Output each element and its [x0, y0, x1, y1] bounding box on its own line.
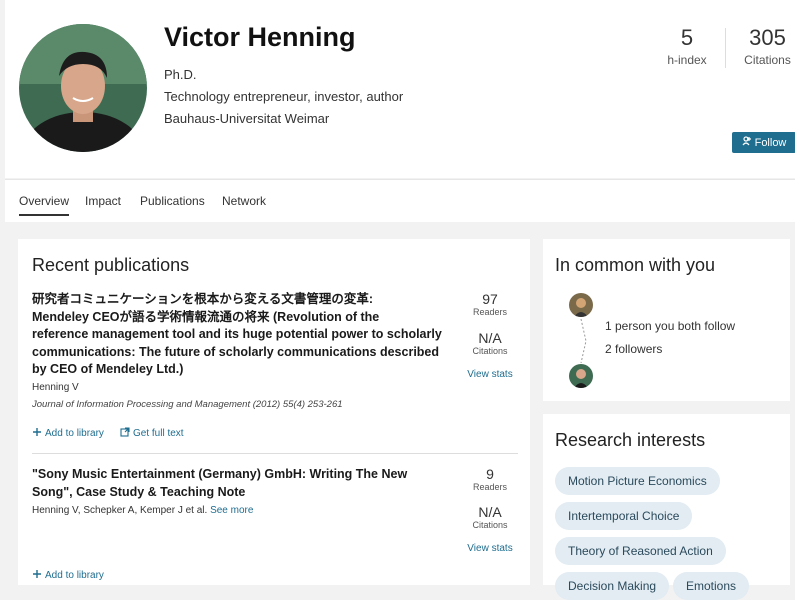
add-to-library-button[interactable]: Add to library	[32, 427, 104, 440]
citations-label: Citations	[472, 520, 508, 530]
readers-label: Readers	[472, 482, 508, 492]
interest-chip[interactable]: Decision Making	[555, 572, 670, 600]
publication-title[interactable]: 研究者コミュニケーションを根本から変える文書管理の変革: Mendeley CE…	[32, 291, 442, 379]
add-to-library-label: Add to library	[45, 570, 104, 581]
tab-network[interactable]: Network	[222, 194, 266, 208]
title-line: 研究者コミュニケーションを根本から変える文書管理の変革:	[32, 292, 374, 306]
tab-impact[interactable]: Impact	[85, 194, 121, 208]
plus-icon	[32, 427, 42, 440]
get-full-text-label: Get full text	[133, 428, 184, 439]
publication-authors: Henning V	[32, 382, 79, 393]
citations-stat: 305 Citations	[740, 25, 795, 67]
in-common-card: In common with you 1 person you both fol…	[543, 239, 790, 401]
view-stats-link[interactable]: View stats	[458, 543, 522, 554]
add-to-library-label: Add to library	[45, 428, 104, 439]
profile-header: Victor Henning Ph.D. Technology entrepre…	[5, 0, 795, 178]
common-follow-link[interactable]: 1 person you both follow	[605, 319, 735, 333]
publication-title[interactable]: "Sony Music Entertainment (Germany) GmbH…	[32, 466, 407, 501]
get-full-text-button[interactable]: Get full text	[120, 427, 184, 440]
title-line: "Sony Music Entertainment (Germany) GmbH…	[32, 467, 408, 481]
external-link-icon	[120, 427, 130, 440]
citations-stat: N/A Citations	[458, 330, 522, 356]
title-line: Song", Case Study & Teaching Note	[32, 484, 246, 499]
readers-stat: 97 Readers	[458, 291, 522, 317]
view-stats-link[interactable]: View stats	[458, 369, 522, 380]
interest-chip[interactable]: Intertemporal Choice	[555, 502, 693, 530]
readers-label: Readers	[472, 307, 508, 317]
interest-chip[interactable]: Motion Picture Economics	[555, 467, 720, 495]
citations-count: N/A	[478, 504, 502, 520]
profile-degree: Ph.D.	[164, 67, 197, 82]
h-index-label: h-index	[667, 53, 707, 67]
title-line: communications: The future of scholarly …	[32, 344, 440, 359]
authors-text: Henning V, Schepker A, Kemper J et al.	[32, 505, 208, 516]
recent-publications-title: Recent publications	[32, 255, 190, 275]
title-line: reference management tool and its huge p…	[32, 327, 442, 341]
tab-publications[interactable]: Publications	[140, 194, 205, 208]
publication-authors: Henning V, Schepker A, Kemper J et al. S…	[32, 505, 253, 516]
follower-avatar[interactable]	[569, 364, 593, 388]
profile-tabs: Overview Impact Publications Network	[5, 179, 795, 222]
follow-button[interactable]: Follow	[732, 132, 795, 153]
profile-avatar	[19, 24, 147, 152]
readers-stat: 9 Readers	[458, 466, 522, 492]
follow-icon	[742, 136, 752, 149]
citations-value: 305	[749, 25, 786, 50]
citations-stat: N/A Citations	[458, 504, 522, 530]
plus-icon	[32, 569, 42, 582]
h-index-value: 5	[680, 25, 694, 50]
recent-publications-card: Recent publications 研究者コミュニケーションを根本から変える…	[18, 239, 530, 585]
readers-count: 9	[486, 466, 494, 482]
citations-count: N/A	[478, 330, 502, 346]
publication-journal: Journal of Information Processing and Ma…	[32, 399, 343, 410]
stat-divider	[725, 28, 726, 68]
in-common-title: In common with you	[555, 255, 716, 275]
readers-count: 97	[482, 291, 498, 307]
interest-chip[interactable]: Emotions	[673, 572, 750, 600]
citations-label: Citations	[472, 346, 508, 356]
publication-divider	[32, 453, 518, 454]
research-interests-card: Research interests Motion Picture Econom…	[543, 414, 790, 600]
see-more-link[interactable]: See more	[210, 505, 253, 516]
h-index-stat: 5 h-index	[662, 25, 712, 67]
common-person-avatar[interactable]	[569, 293, 593, 317]
tab-overview[interactable]: Overview	[19, 194, 70, 216]
followers-link[interactable]: 2 followers	[605, 342, 662, 356]
profile-tagline: Technology entrepreneur, investor, autho…	[164, 89, 404, 104]
follow-label: Follow	[754, 136, 787, 149]
title-line: by CEO of Mendeley Ltd.)	[32, 362, 184, 376]
add-to-library-button[interactable]: Add to library	[32, 569, 104, 582]
research-interests-title: Research interests	[555, 430, 706, 450]
profile-institution: Bauhaus-Universitat Weimar	[164, 111, 330, 126]
connection-line	[580, 319, 587, 363]
title-line: Mendeley CEOが語る学術情報流通の将来 (Revolution of …	[32, 309, 380, 324]
interest-chip[interactable]: Theory of Reasoned Action	[555, 537, 726, 565]
citations-label: Citations	[744, 53, 791, 67]
profile-name: Victor Henning	[164, 22, 356, 52]
